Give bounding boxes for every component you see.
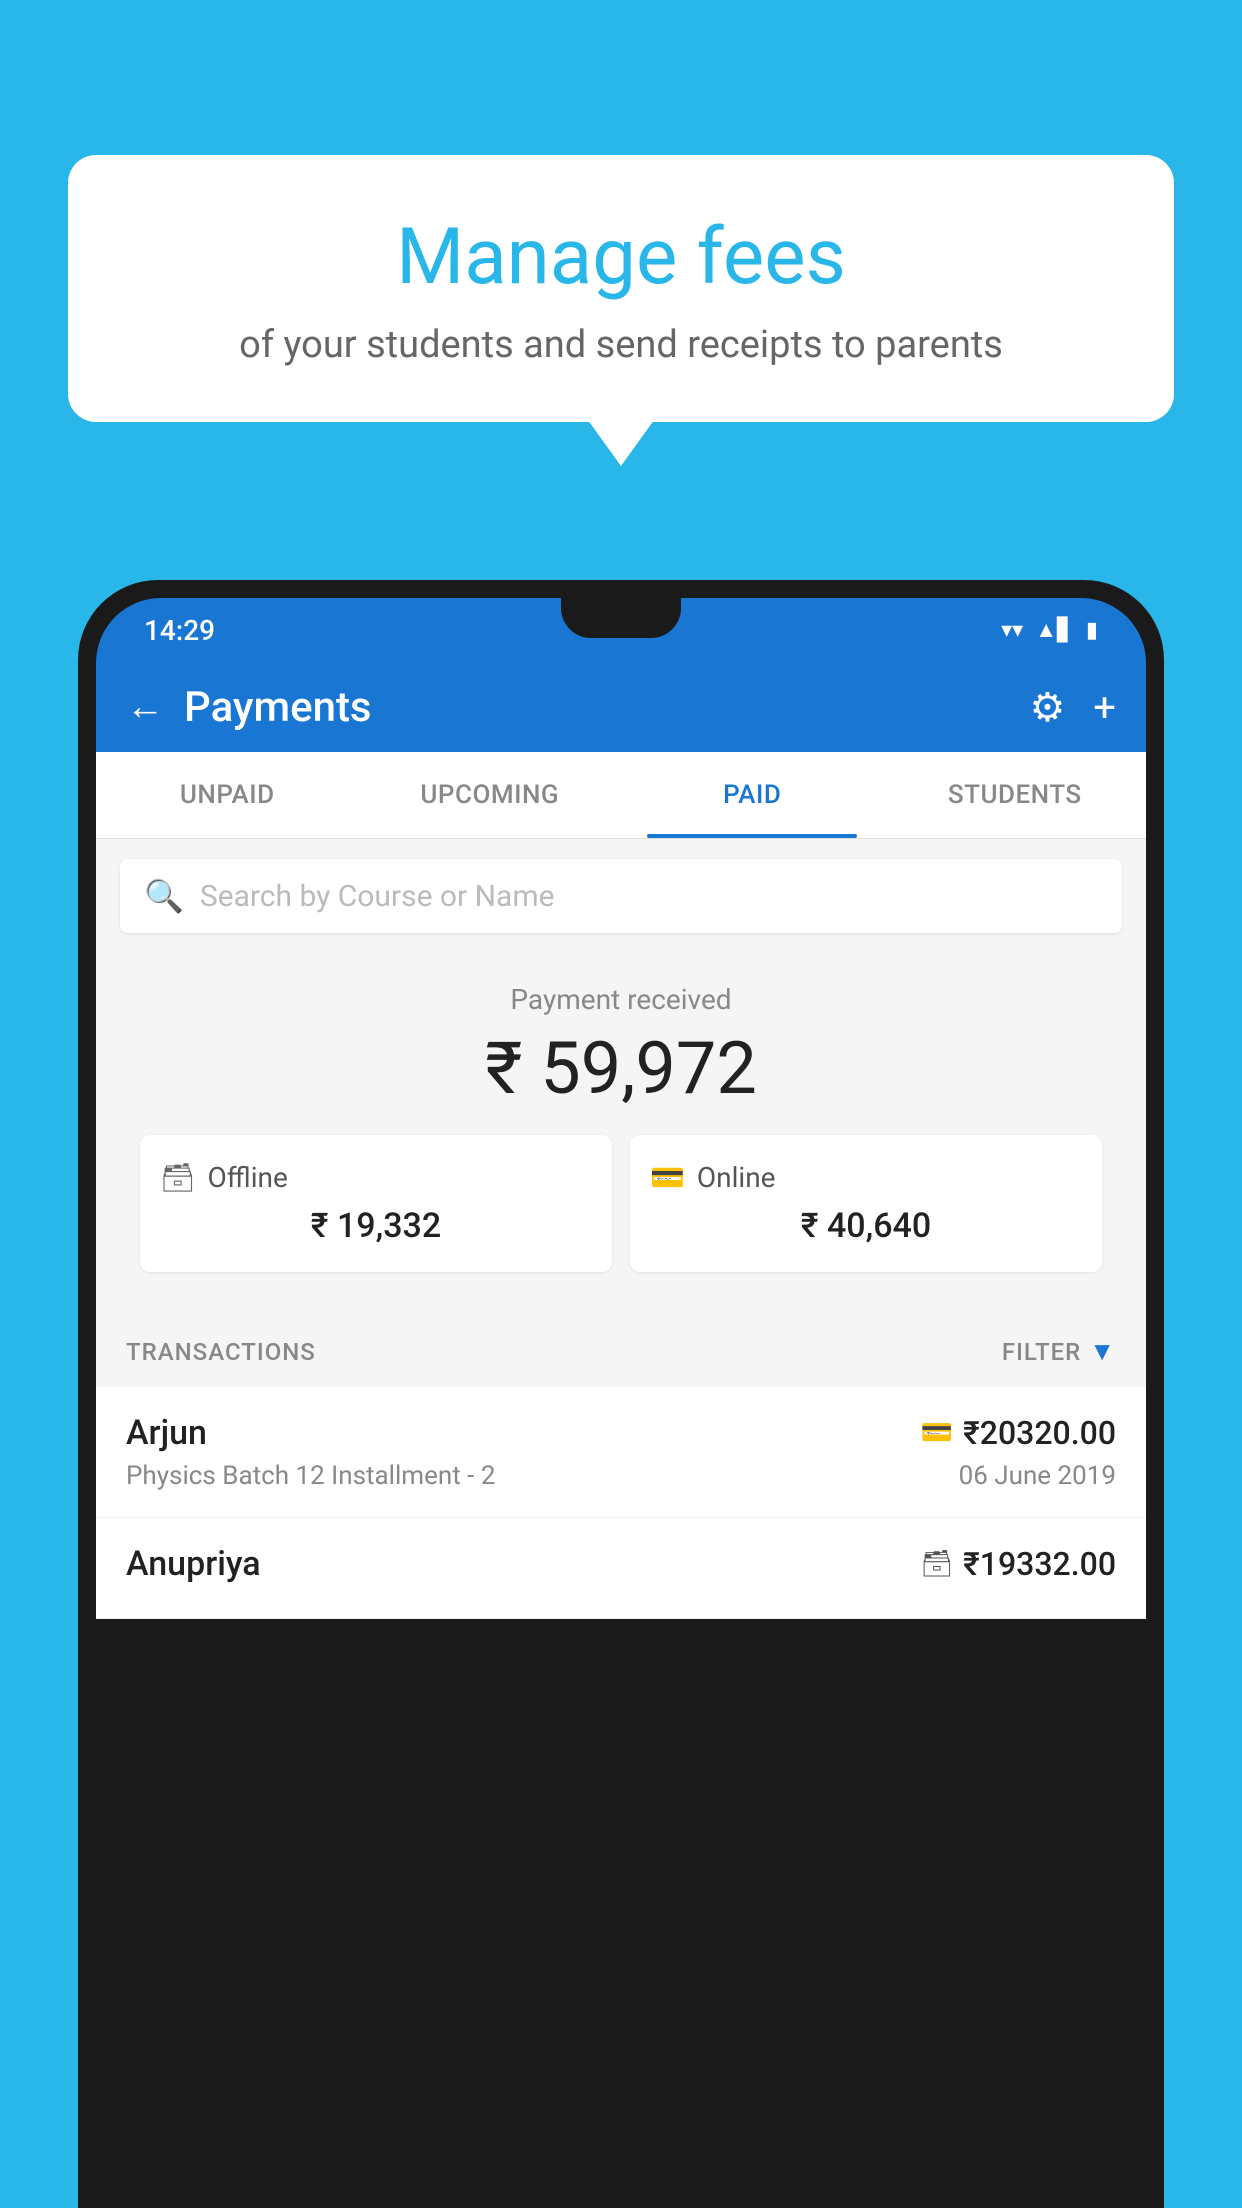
payment-received-label: Payment received [116, 983, 1126, 1016]
phone-screen: 14:29 ▾▾ ▲▋ ▮ ← Payments ⚙ + UNPAID UPCO… [96, 598, 1146, 2208]
payment-received-section: Payment received ₹ 59,972 🗃 Offline ₹ 19… [96, 953, 1146, 1316]
transaction-amount: ₹19332.00 [963, 1545, 1116, 1583]
add-icon[interactable]: + [1093, 684, 1116, 731]
app-header: ← Payments ⚙ + [96, 662, 1146, 752]
wifi-icon: ▾▾ [1001, 618, 1023, 643]
bubble-title: Manage fees [118, 215, 1124, 301]
tab-bar: UNPAID UPCOMING PAID STUDENTS [96, 752, 1146, 839]
offline-icon: 🗃 [160, 1161, 196, 1194]
offline-label: Offline [208, 1161, 288, 1194]
transaction-name: Anupriya [126, 1544, 261, 1584]
payment-received-amount: ₹ 59,972 [116, 1026, 1126, 1111]
bubble-subtitle: of your students and send receipts to pa… [118, 323, 1124, 367]
tab-upcoming[interactable]: UPCOMING [359, 752, 622, 838]
tab-unpaid[interactable]: UNPAID [96, 752, 359, 838]
status-icons: ▾▾ ▲▋ ▮ [1001, 617, 1098, 643]
tab-students[interactable]: STUDENTS [884, 752, 1147, 838]
back-button[interactable]: ← [126, 685, 164, 729]
online-card: 💳 Online ₹ 40,640 [630, 1135, 1102, 1272]
settings-icon[interactable]: ⚙ [1029, 684, 1065, 731]
transaction-name: Arjun [126, 1413, 207, 1453]
offline-amount: ₹ 19,332 [160, 1206, 592, 1246]
phone-notch [561, 598, 681, 638]
transaction-row[interactable]: Arjun 💳 ₹20320.00 Physics Batch 12 Insta… [96, 1387, 1146, 1518]
filter-icon: ▼ [1089, 1336, 1116, 1367]
transactions-label: TRANSACTIONS [126, 1338, 316, 1366]
transaction-date: 06 June 2019 [959, 1461, 1116, 1491]
header-actions: ⚙ + [1029, 684, 1116, 731]
payment-type-icon: 💳 [921, 1418, 953, 1448]
signal-icon: ▲▋ [1035, 617, 1074, 643]
offline-card: 🗃 Offline ₹ 19,332 [140, 1135, 612, 1272]
battery-icon: ▮ [1086, 618, 1098, 643]
online-icon: 💳 [650, 1161, 685, 1194]
online-amount: ₹ 40,640 [650, 1206, 1082, 1246]
phone-mockup: 14:29 ▾▾ ▲▋ ▮ ← Payments ⚙ + UNPAID UPCO… [78, 580, 1164, 2208]
transactions-header: TRANSACTIONS FILTER ▼ [96, 1316, 1146, 1387]
app-content: 🔍 Search by Course or Name Payment recei… [96, 839, 1146, 1619]
transaction-amount: ₹20320.00 [963, 1414, 1116, 1452]
status-time: 14:29 [144, 614, 215, 647]
tab-paid[interactable]: PAID [621, 752, 884, 838]
page-title: Payments [184, 683, 1009, 732]
transaction-course: Physics Batch 12 Installment - 2 [126, 1461, 495, 1491]
filter-button[interactable]: FILTER ▼ [1002, 1336, 1116, 1367]
speech-bubble: Manage fees of your students and send re… [68, 155, 1174, 422]
payment-type-icon: 🗃 [920, 1549, 953, 1579]
search-input[interactable]: Search by Course or Name [200, 879, 555, 914]
transaction-row[interactable]: Anupriya 🗃 ₹19332.00 [96, 1518, 1146, 1619]
search-icon: 🔍 [144, 877, 184, 915]
search-bar[interactable]: 🔍 Search by Course or Name [120, 859, 1122, 933]
online-label: Online [697, 1161, 776, 1194]
payment-cards-row: 🗃 Offline ₹ 19,332 💳 Online ₹ 40,640 [116, 1135, 1126, 1296]
filter-label: FILTER [1002, 1338, 1081, 1366]
